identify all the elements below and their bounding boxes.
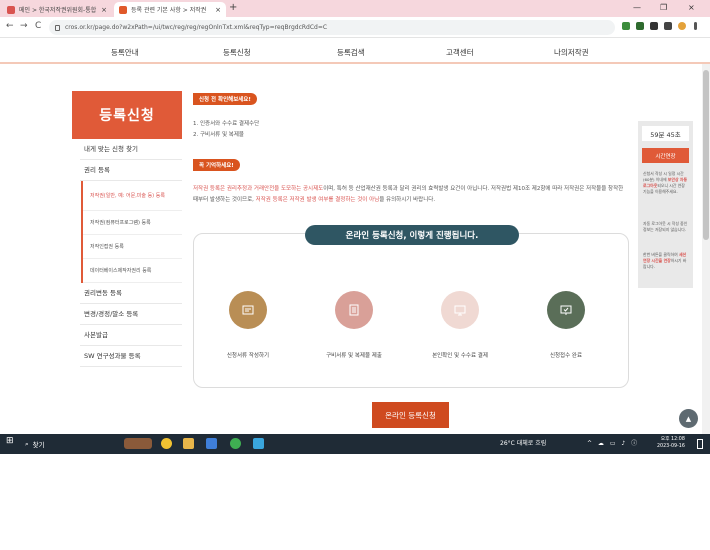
session-countdown: 59분 45초 [642,126,689,141]
clock-date: 2023-09-16 [657,444,685,449]
extend-session-button[interactable]: 시간연장 [642,148,689,163]
sidebar-subitem-general-copyright[interactable]: 저작권(일반, 예: 어문,미술 등) 등록 [83,181,182,211]
site-favicon-icon [119,5,127,14]
session-timer-panel: 59분 45초 시간연장 신청서 작성 시 일정 시간(60분) 이내에 보안상… [638,121,693,288]
sidebar-submenu: 저작권(일반, 예: 어문,미술 등) 등록 저작권(컴퓨터프로그램) 등록 저… [81,181,182,283]
search-placeholder: 찾기 [32,441,45,449]
sidebar-item-sw-research[interactable]: SW 연구성과물 등록 [80,346,182,367]
chrome-icon[interactable] [161,438,172,449]
app-icon[interactable] [230,438,241,449]
document-icon [229,291,267,329]
sidebar-subitem-database-rights[interactable]: 데이터베이스제작자권리 등록 [83,259,182,283]
taskbar-clock[interactable]: 오후 12:08 2023-09-16 [657,436,685,450]
step-label: 본인확인 및 수수료 결제 [432,353,488,359]
sidebar-subitem-neighboring-rights[interactable]: 저작인접권 등록 [83,235,182,259]
sidebar-item-rights-registration[interactable]: 권리 등록 [80,160,182,181]
address-bar-row: ← → C cros.or.kr/page.do?w2xPath=/ui/twc… [0,17,710,38]
notice-highlight: 저작권 등록은 권리추정과 거래안전을 도모하는 공시제도 [193,186,324,192]
app-icon[interactable] [206,438,217,449]
nav-customer-center[interactable]: 고객센터 [446,47,474,58]
monitor-icon [441,291,479,329]
nav-registration-apply[interactable]: 등록신청 [223,47,251,58]
maximize-icon[interactable]: ❐ [660,3,667,12]
scroll-to-top-icon[interactable]: ▲ [679,409,698,428]
kebab-menu-icon[interactable] [694,22,697,30]
timer-note: 자동 로그아웃 시 작성 중인 정보는 저장되지 않습니다. [643,221,688,232]
tab-close-icon[interactable]: × [211,6,221,14]
back-icon[interactable]: ← [6,21,14,31]
step-label: 신청서류 작성하기 [226,353,270,359]
timer-note: 한번 버튼을 클릭하여 세션 연장 시간을 연장하시기 바랍니다. [643,252,689,270]
profile-avatar-icon[interactable] [678,22,686,30]
lock-icon [55,24,60,31]
sidebar-item-change-correction[interactable]: 변경/경정/말소 등록 [80,304,182,325]
nav-registration-guide[interactable]: 등록안내 [111,47,139,58]
sidebar-title: 등록신청 [72,91,182,139]
notification-icon[interactable] [697,439,703,449]
nav-my-copyright[interactable]: 나의저작권 [554,47,589,58]
notice-text: 을 유의하시기 바랍니다. [379,197,436,203]
tab-title: 메인 > 한국저작권위원회-통합 [19,7,97,14]
clock-time: 오후 12:08 [660,437,685,442]
step-label: 구비서류 및 복제물 제출 [326,353,382,359]
extension-icon[interactable] [636,22,644,30]
notice-paragraph: 저작권 등록은 권리추정과 거래안전을 도모하는 공시제도이며, 특허 등 산업… [193,184,629,206]
widget-image-icon[interactable] [124,438,152,449]
close-icon[interactable]: × [688,3,695,12]
sidebar-item-rights-transfer[interactable]: 권리변동 등록 [80,283,182,304]
step-label: 신청접수 완료 [549,353,583,359]
site-favicon-icon [7,5,15,14]
system-tray-icon[interactable]: ^ ☁ ▭ ♪ ⓘ [587,438,639,447]
weather-status[interactable]: 26°C 대체로 흐림 [500,438,546,447]
online-apply-button[interactable]: 온라인 등록신청 [372,402,449,428]
nav-registration-search[interactable]: 등록검색 [337,47,365,58]
minimize-icon[interactable]: — [633,3,641,12]
notice-highlight: 저작권 등록은 저작권 발생 여부를 결정하는 것이 아님 [255,197,380,203]
sidebar-item-find-application[interactable]: 내게 맞는 신청 찾기 [80,139,182,160]
url-input[interactable]: cros.or.kr/page.do?w2xPath=/ui/twc/reg/r… [49,20,615,35]
remember-label: 꼭 기억하세요! [193,159,240,171]
url-text: cros.or.kr/page.do?w2xPath=/ui/twc/reg/r… [65,24,328,31]
browser-tab[interactable]: 메인 > 한국저작권위원회-통합 × [2,2,112,17]
monitor-check-icon [547,291,585,329]
tab-title: 등록 관련 기본 사항 > 저작권 [131,7,207,14]
site-main-nav: 등록안내 등록신청 등록검색 고객센터 나의저작권 [0,39,710,64]
app-icon[interactable] [253,438,264,449]
search-icon: ⌕ [25,439,29,448]
sidebar-menu: 내게 맞는 신청 찾기 권리 등록 저작권(일반, 예: 어문,미술 등) 등록… [80,139,182,367]
check-before-apply-label: 신청 전 확인해보세요! [193,93,257,105]
new-tab-button[interactable]: + [229,2,237,14]
taskbar-search-input[interactable]: ⌕ 찾기 [22,436,117,452]
process-title: 온라인 등록신청, 이렇게 진행됩니다. [305,225,519,245]
windows-taskbar: ⊞ ⌕ 찾기 26°C 대체로 흐림 ^ ☁ ▭ ♪ ⓘ 오후 12:08 20… [0,434,710,454]
tab-close-icon[interactable]: × [97,6,107,14]
timer-note: 신청서 작성 시 일정 시간(60분) 이내에 보안상 자동 로그아웃되오니 시… [643,171,689,195]
scrollbar-thumb[interactable] [703,70,709,240]
process-steps-box: 온라인 등록신청, 이렇게 진행됩니다. 신청서류 작성하기 구비서류 및 복제… [193,225,629,388]
file-explorer-icon[interactable] [183,438,194,449]
forward-icon[interactable]: → [20,21,28,31]
sidebar-item-copy-issuance[interactable]: 사본발급 [80,325,182,346]
page-scrollbar[interactable] [702,64,710,434]
reload-icon[interactable]: C [35,21,41,31]
timer-note-text: 한번 버튼을 클릭하여 [643,252,679,257]
sidebar-subitem-program-copyright[interactable]: 저작권(컴퓨터프로그램) 등록 [83,211,182,235]
checklist-item: 2. 구비서류 및 복제물 [193,132,244,138]
checklist-item: 1. 인증서와 수수료 결제수단 [193,121,260,127]
extension-icon[interactable] [622,22,630,30]
windows-start-icon[interactable]: ⊞ [6,436,14,446]
browser-tab-active[interactable]: 등록 관련 기본 사항 > 저작권 × [114,2,226,17]
files-icon [335,291,373,329]
puzzle-icon[interactable] [650,22,658,30]
sidepanel-icon[interactable] [664,22,672,30]
browser-tab-bar: 메인 > 한국저작권위원회-통합 × 등록 관련 기본 사항 > 저작권 × +… [0,0,710,17]
